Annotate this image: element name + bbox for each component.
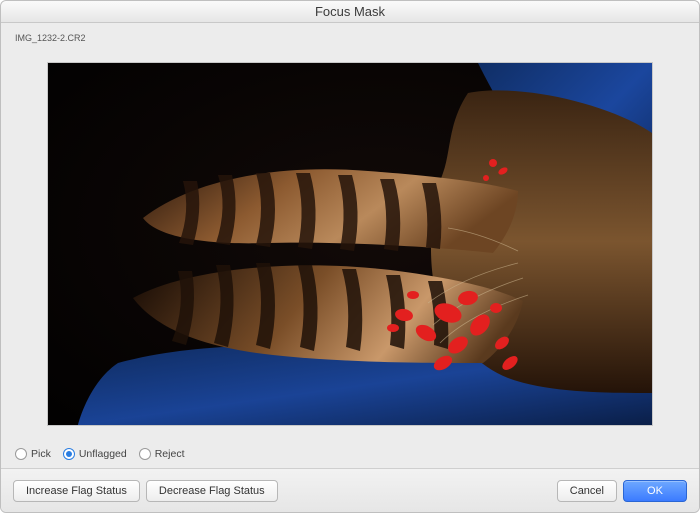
radio-icon — [139, 448, 151, 460]
flag-radio-group: Pick Unflagged Reject — [15, 448, 685, 460]
filename-label: IMG_1232-2.CR2 — [15, 33, 687, 43]
window-title: Focus Mask — [1, 1, 699, 23]
radio-icon — [15, 448, 27, 460]
cancel-button[interactable]: Cancel — [557, 480, 617, 502]
image-preview[interactable] — [48, 63, 652, 425]
increase-flag-status-button[interactable]: Increase Flag Status — [13, 480, 140, 502]
decrease-flag-status-button[interactable]: Decrease Flag Status — [146, 480, 278, 502]
radio-icon — [63, 448, 75, 460]
flag-option-label: Unflagged — [79, 448, 127, 460]
image-canvas — [48, 63, 652, 425]
flag-option-pick[interactable]: Pick — [15, 448, 51, 460]
preview-area — [13, 47, 687, 440]
window-content: IMG_1232-2.CR2 — [1, 23, 699, 468]
flag-option-label: Reject — [155, 448, 185, 460]
flag-option-reject[interactable]: Reject — [139, 448, 185, 460]
flag-option-unflagged[interactable]: Unflagged — [63, 448, 127, 460]
focus-mask-window: Focus Mask IMG_1232-2.CR2 — [0, 0, 700, 513]
dialog-footer: Increase Flag Status Decrease Flag Statu… — [1, 468, 699, 512]
ok-button[interactable]: OK — [623, 480, 687, 502]
flag-option-label: Pick — [31, 448, 51, 460]
